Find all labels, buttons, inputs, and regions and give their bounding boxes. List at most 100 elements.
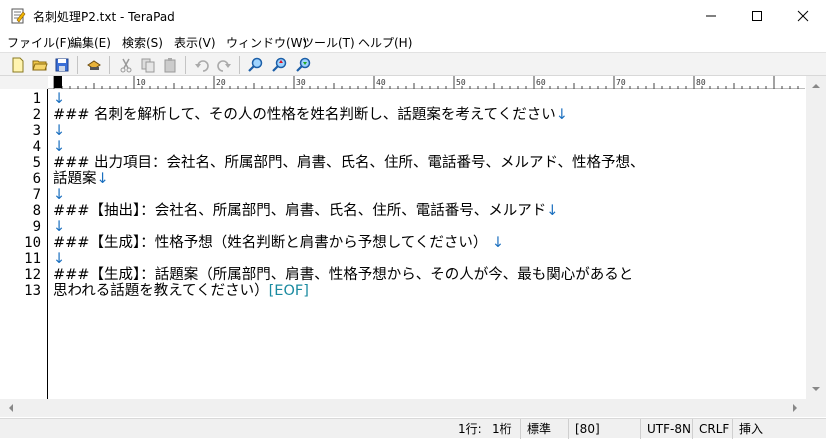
line-number: 11 bbox=[24, 251, 41, 267]
line-text: ### 出力項目：会社名、所属部門、肩書、氏名、住所、電話番号、メルアド、性格予… bbox=[53, 155, 645, 171]
newline-marker: ↓ bbox=[53, 139, 66, 155]
find-icon bbox=[248, 57, 263, 72]
find-prev-icon bbox=[296, 57, 311, 72]
toolbar bbox=[0, 52, 826, 76]
toolbar-separator bbox=[185, 56, 186, 74]
newline-marker: ↓ bbox=[546, 203, 559, 219]
newline-marker: ↓ bbox=[555, 107, 568, 123]
newline-marker: ↓ bbox=[53, 251, 66, 267]
text-line[interactable]: ###【生成】：性格予想（姓名判断と肩書から予想してください） ↓ bbox=[53, 235, 504, 251]
line-number: 4 bbox=[32, 139, 41, 155]
line-number: 8 bbox=[32, 203, 41, 219]
text-line[interactable]: ↓ bbox=[53, 139, 65, 155]
menu-view[interactable]: 表示(V) bbox=[174, 34, 216, 51]
find-next-button[interactable] bbox=[270, 55, 290, 75]
line-number: 10 bbox=[24, 235, 41, 251]
window-title: 名刺処理P2.txt - TeraPad bbox=[33, 10, 175, 24]
close-icon bbox=[797, 10, 809, 21]
menu-tools[interactable]: ツール(T) bbox=[302, 34, 355, 51]
ruler-ticks: 01020304050607080 bbox=[53, 76, 799, 89]
ruler-label: 50 bbox=[456, 78, 466, 87]
text-editor[interactable]: 1 2 3 4 5 6 7 8 9 10 11 12 13 ↓ ### 名刺を解析して、その人の性格を姓名… bbox=[0, 89, 806, 399]
status-width: [80] bbox=[568, 419, 600, 439]
text-line[interactable]: 話題案↓ bbox=[53, 171, 109, 187]
text-line[interactable]: ### 出力項目：会社名、所属部門、肩書、氏名、住所、電話番号、メルアド、性格予… bbox=[53, 155, 644, 171]
scroll-left-icon[interactable] bbox=[2, 399, 20, 417]
newline-marker: ↓ bbox=[53, 219, 66, 235]
ruler-label: 30 bbox=[296, 78, 306, 87]
close-button[interactable] bbox=[780, 0, 826, 31]
newline-marker: ↓ bbox=[487, 235, 505, 251]
line-number: 1 bbox=[32, 91, 41, 107]
line-text: 話題案 bbox=[53, 171, 97, 187]
text-line[interactable]: 思われる話題を教えてください）[EOF] bbox=[53, 283, 309, 299]
toolbar-separator bbox=[109, 56, 110, 74]
ruler-label: 60 bbox=[536, 78, 546, 87]
menu-file[interactable]: ファイル(F) bbox=[7, 34, 71, 51]
copy-button[interactable] bbox=[138, 55, 158, 75]
title-bar: 名刺処理P2.txt - TeraPad bbox=[0, 0, 826, 31]
cut-icon bbox=[120, 58, 132, 73]
toolbar-separator bbox=[77, 56, 78, 74]
vertical-scrollbar[interactable] bbox=[806, 76, 826, 399]
maximize-button[interactable] bbox=[734, 0, 780, 31]
paste-icon bbox=[164, 58, 176, 73]
horizontal-scrollbar[interactable] bbox=[0, 399, 806, 417]
line-number: 3 bbox=[32, 123, 41, 139]
ruler-cursor-marker bbox=[54, 76, 62, 88]
line-number-gutter: 1 2 3 4 5 6 7 8 9 10 11 12 13 bbox=[0, 89, 48, 399]
open-button[interactable] bbox=[30, 55, 50, 75]
line-number: 2 bbox=[32, 107, 41, 123]
newline-marker: ↓ bbox=[53, 91, 66, 107]
ruler-corner bbox=[0, 76, 48, 89]
paste-button[interactable] bbox=[160, 55, 180, 75]
redo-button[interactable] bbox=[214, 55, 234, 75]
line-number: 12 bbox=[24, 267, 41, 283]
text-line[interactable]: ###【生成】：話題案（所属部門、肩書、性格予想から、その人が今、最も関心がある… bbox=[53, 267, 633, 283]
line-text: ###【抽出】：会社名、所属部門、肩書、氏名、住所、電話番号、メルアド bbox=[53, 203, 547, 219]
line-number: 5 bbox=[32, 155, 41, 171]
find-button[interactable] bbox=[246, 55, 266, 75]
line-text: ### 名刺を解析して、その人の性格を姓名判断し、話題案を考えてください bbox=[53, 107, 556, 123]
cut-button[interactable] bbox=[116, 55, 136, 75]
minimize-icon bbox=[706, 15, 716, 16]
eof-marker: [EOF] bbox=[268, 283, 309, 299]
text-line[interactable]: ↓ bbox=[53, 219, 65, 235]
menu-help[interactable]: ヘルプ(H) bbox=[358, 34, 412, 51]
new-file-button[interactable] bbox=[8, 55, 28, 75]
text-line[interactable]: ↓ bbox=[53, 187, 65, 203]
text-line[interactable]: ### 名刺を解析して、その人の性格を姓名判断し、話題案を考えてください↓ bbox=[53, 107, 568, 123]
ruler-label: 40 bbox=[376, 78, 386, 87]
maximize-icon bbox=[752, 10, 762, 21]
text-line[interactable]: ↓ bbox=[53, 123, 65, 139]
text-line[interactable]: ↓ bbox=[53, 251, 65, 267]
status-encoding: UTF-8N bbox=[640, 419, 691, 439]
scroll-up-icon[interactable] bbox=[806, 76, 826, 96]
redo-icon bbox=[217, 60, 231, 72]
find-next-icon bbox=[272, 57, 287, 72]
print-button[interactable] bbox=[84, 55, 104, 75]
line-number: 13 bbox=[24, 283, 41, 299]
scroll-down-icon[interactable] bbox=[806, 379, 826, 399]
line-number: 9 bbox=[32, 219, 41, 235]
terapad-app-icon[interactable] bbox=[10, 8, 26, 24]
newline-marker: ↓ bbox=[96, 171, 109, 187]
column-ruler: 01020304050607080 bbox=[48, 76, 805, 89]
text-line[interactable]: ###【抽出】：会社名、所属部門、肩書、氏名、住所、電話番号、メルアド↓ bbox=[53, 203, 558, 219]
menu-search[interactable]: 検索(S) bbox=[122, 34, 163, 51]
ruler-label: 70 bbox=[616, 78, 626, 87]
menu-window[interactable]: ウィンドウ(W) bbox=[226, 34, 307, 51]
save-button[interactable] bbox=[52, 55, 72, 75]
find-prev-button[interactable] bbox=[294, 55, 314, 75]
scroll-right-icon[interactable] bbox=[786, 399, 804, 417]
text-line[interactable]: ↓ bbox=[53, 91, 65, 107]
toolbar-separator bbox=[239, 56, 240, 74]
ruler-label: 80 bbox=[696, 78, 706, 87]
minimize-button[interactable] bbox=[688, 0, 734, 31]
status-insert-mode: 挿入 bbox=[732, 419, 763, 439]
status-line: 1行: bbox=[458, 422, 482, 436]
menu-edit[interactable]: 編集(E) bbox=[70, 34, 111, 51]
undo-button[interactable] bbox=[192, 55, 212, 75]
print-icon bbox=[87, 60, 101, 70]
size-grip bbox=[806, 399, 826, 417]
